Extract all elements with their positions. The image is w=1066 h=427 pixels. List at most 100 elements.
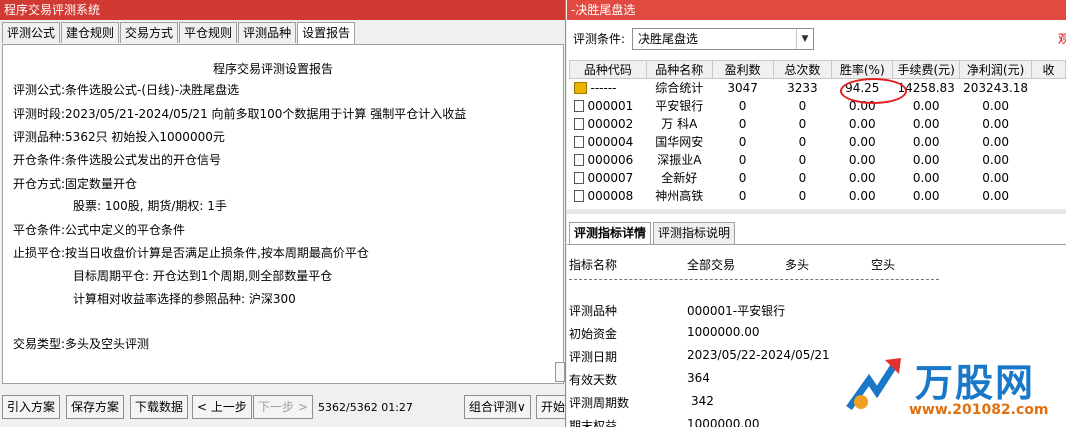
cell-name: 万 科A <box>661 117 698 131</box>
cell-wins: 0 <box>738 152 747 167</box>
table-row[interactable]: 000007 全新好 0 0 0.00 0.00 0.00 <box>570 169 1066 187</box>
cell-profit: 0.00 <box>982 188 1009 203</box>
cell-total: 0 <box>798 98 807 113</box>
document-icon <box>573 171 584 184</box>
cell-wins: 0 <box>738 188 747 203</box>
tab-trade-mode[interactable]: 交易方式 <box>120 22 179 43</box>
report-line-period: 评测时段:2023/05/21-2024/05/21 向前多取100个数据用于计… <box>13 107 467 121</box>
tab-open-rules[interactable]: 建仓规则 <box>61 22 120 43</box>
cell-winrate: 0.00 <box>848 188 876 203</box>
tab-metric-details[interactable]: 评测指标详情 <box>569 222 652 244</box>
detail-label: 评测品种 <box>569 304 618 318</box>
cell-clipped <box>1032 187 1066 205</box>
cell-name: 深振业A <box>657 153 702 167</box>
cell-total: 0 <box>798 170 807 185</box>
download-data-button[interactable]: 下载数据 <box>130 395 189 419</box>
document-icon <box>573 99 584 112</box>
table-row[interactable]: 000001 平安银行 0 0 0.00 0.00 0.00 <box>570 97 1066 115</box>
table-row[interactable]: 000002 万 科A 0 0 0.00 0.00 0.00 <box>570 115 1066 133</box>
cell-clipped <box>1032 115 1066 133</box>
cell-total: 3233 <box>787 80 818 95</box>
detail-value: 000001-平安银行 <box>687 304 786 318</box>
watermark-url: www.201082.com <box>909 402 1049 418</box>
condition-select[interactable]: 决胜尾盘选 ▼ <box>632 28 814 50</box>
cell-wins: 0 <box>738 98 747 113</box>
cell-code: 000006 <box>570 151 647 169</box>
detail-header-long: 多头 <box>785 258 810 272</box>
cell-wins: 0 <box>738 116 747 131</box>
document-icon <box>573 189 584 202</box>
chevron-down-icon[interactable]: ▼ <box>796 29 813 49</box>
col-header-total[interactable]: 总次数 <box>772 60 833 79</box>
report-line-instruments: 评测品种:5362只 初始投入1000000元 <box>13 130 225 144</box>
cell-fee: 0.00 <box>912 170 940 185</box>
tab-settings-report[interactable]: 设置报告 <box>297 22 356 44</box>
report-line-close-condition: 平仓条件:公式中定义的平仓条件 <box>13 223 186 237</box>
table-row[interactable]: 000008 神州高铁 0 0 0.00 0.00 0.00 <box>570 187 1066 205</box>
cell-total: 0 <box>798 188 807 203</box>
cell-wins: 0 <box>738 134 747 149</box>
tab-metric-explanation[interactable]: 评测指标说明 <box>653 222 736 244</box>
table-row[interactable]: 000004 国华网安 0 0 0.00 0.00 0.00 <box>570 133 1066 151</box>
cell-code: 000004 <box>570 133 647 151</box>
table-horizontal-scrollbar[interactable] <box>567 209 1066 214</box>
next-step-button[interactable]: 下一步 > <box>253 395 313 419</box>
cell-winrate: 0.00 <box>848 152 876 167</box>
cell-fee: 0.00 <box>912 98 940 113</box>
cell-name: 全新好 <box>661 171 698 185</box>
report-scroll-button[interactable] <box>555 362 565 382</box>
watermark-logo: 万股网 www.201082.com <box>839 350 1059 425</box>
detail-header-metric: 指标名称 <box>569 258 618 272</box>
cell-name: 平安银行 <box>655 99 704 113</box>
cell-profit: 0.00 <box>982 116 1009 131</box>
condition-select-value: 决胜尾盘选 <box>638 32 699 46</box>
col-header-clipped[interactable]: 收 <box>1031 60 1066 79</box>
detail-label: 有效天数 <box>569 373 618 387</box>
col-header-code[interactable]: 品种代码 <box>569 60 647 79</box>
cell-profit: 203243.18 <box>963 80 1029 95</box>
col-header-profit[interactable]: 净利润(元) <box>959 60 1033 79</box>
cell-fee: 0.00 <box>912 188 940 203</box>
detail-header-all: 全部交易 <box>687 258 736 272</box>
cell-clipped <box>1032 97 1066 115</box>
logo-arrow-icon <box>846 358 901 411</box>
tab-close-rules[interactable]: 平仓规则 <box>179 22 238 43</box>
col-header-name[interactable]: 品种名称 <box>645 60 713 79</box>
result-window: -决胜尾盘选 评测条件: 决胜尾盘选 ▼ 观 品种代码 品种名称 盈利数 总次数… <box>567 0 1066 427</box>
cell-winrate: 0.00 <box>848 134 876 149</box>
table-row[interactable]: 000006 深振业A 0 0 0.00 0.00 0.00 <box>570 151 1066 169</box>
cell-code: 000007 <box>570 169 647 187</box>
detail-value: 342 <box>691 394 714 408</box>
report-line-open-mode: 开仓方式:固定数量开仓 <box>13 177 138 191</box>
prev-step-button[interactable]: < 上一步 <box>192 395 252 419</box>
save-plan-button[interactable]: 保存方案 <box>66 395 125 419</box>
cell-profit: 0.00 <box>982 170 1009 185</box>
col-header-winrate[interactable]: 胜率(%) <box>831 60 894 79</box>
col-header-wins[interactable]: 盈利数 <box>711 60 774 79</box>
table-row[interactable]: ------ 综合统计 3047 3233 94.25 14258.83 203… <box>570 79 1066 97</box>
combo-eval-button[interactable]: 组合评测∨ <box>464 395 531 419</box>
document-icon <box>573 153 584 166</box>
detail-value: 364 <box>687 371 710 385</box>
detail-label: 评测周期数 <box>569 396 630 410</box>
report-line-formula: 评测公式:条件选股公式-(日线)-决胜尾盘选 <box>13 83 240 97</box>
cell-profit: 0.00 <box>982 134 1009 149</box>
cell-fee: 0.00 <box>912 152 940 167</box>
start-button[interactable]: 开始 <box>536 395 565 419</box>
winrate-highlight-circle <box>840 78 907 104</box>
detail-label: 初始资金 <box>569 327 618 341</box>
tab-formula[interactable]: 评测公式 <box>2 22 61 43</box>
cell-clipped <box>1032 169 1066 187</box>
import-plan-button[interactable]: 引入方案 <box>2 395 61 419</box>
cell-profit: 0.00 <box>982 152 1009 167</box>
col-header-fee[interactable]: 手续费(元) <box>892 60 961 79</box>
detail-value: 1000000.00 <box>687 417 760 427</box>
cell-name: 综合统计 <box>655 81 704 96</box>
report-title: 程序交易评测设置报告 <box>212 62 333 76</box>
document-icon <box>573 135 584 148</box>
report-line-target-period: 目标周期平仓: 开仓达到1个周期,则全部数量平仓 <box>73 269 333 283</box>
detail-value: 2023/05/22-2024/05/21 <box>687 348 830 362</box>
tab-instruments[interactable]: 评测品种 <box>238 22 297 43</box>
cell-wins: 3047 <box>727 80 758 95</box>
cell-wins: 0 <box>738 170 747 185</box>
